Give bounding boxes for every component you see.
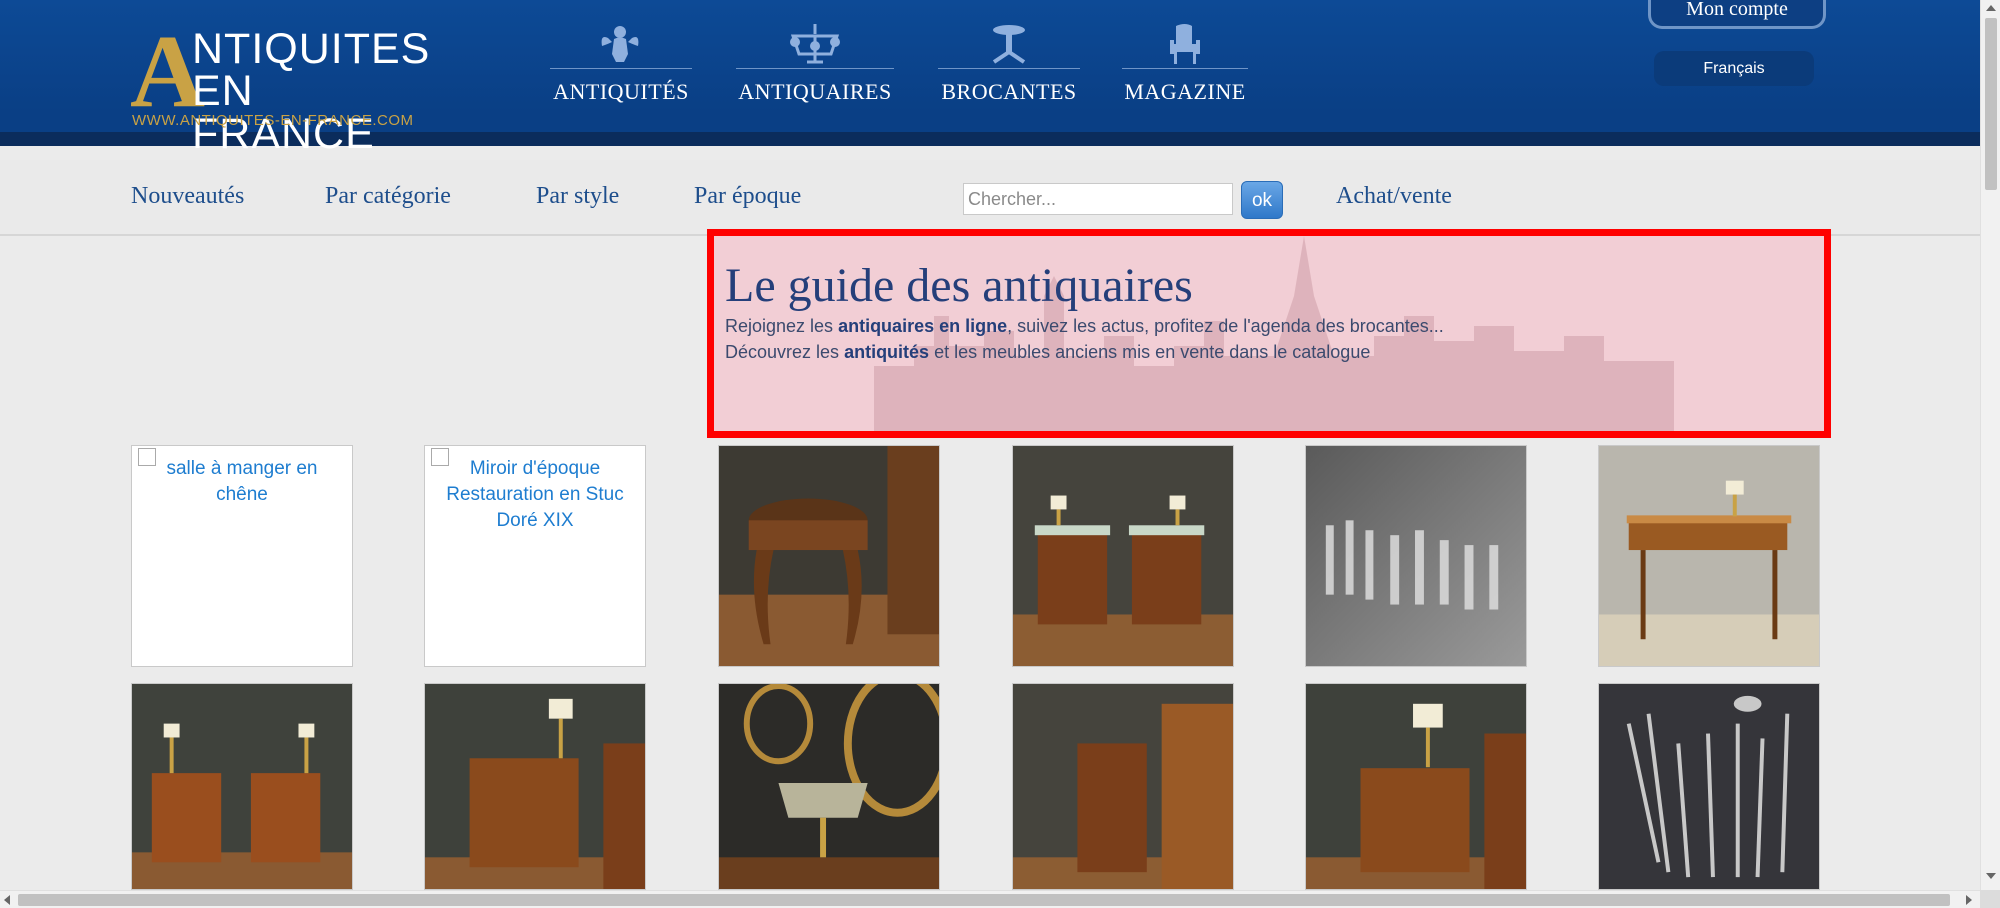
hero-line-2-pre: Découvrez les — [725, 342, 845, 362]
hero-line-2-post: et les meubles anciens mis en vente dans… — [929, 342, 1371, 362]
hero-line-2: Découvrez les antiquités et les meubles … — [725, 342, 1370, 363]
nav-label: ANTIQUAIRES — [738, 79, 892, 104]
product-tile[interactable]: salle à manger en chêne — [131, 445, 353, 667]
scroll-down-arrow-icon[interactable] — [1986, 873, 1996, 879]
scroll-up-arrow-icon[interactable] — [1986, 5, 1996, 11]
subnav-nouveautes[interactable]: Nouveautés — [131, 183, 244, 210]
nav-magazine[interactable]: MAGAZINE — [1122, 22, 1248, 112]
antiquites-link[interactable]: antiquités — [844, 342, 929, 362]
nav-label: ANTIQUITÉS — [553, 79, 689, 104]
product-photo-crystal-glasses — [1306, 446, 1526, 666]
product-photo-pair-nightstands — [132, 684, 352, 889]
nav-label: BROCANTES — [941, 79, 1077, 104]
product-tile[interactable] — [1305, 445, 1527, 667]
nav-rule — [550, 68, 692, 69]
site-header: A NTIQUITES EN FRANCE WWW.ANTIQUITES-EN-… — [0, 0, 1980, 156]
product-tile[interactable] — [1012, 683, 1234, 890]
product-photo-silverware — [1599, 684, 1819, 889]
product-image-alt: Miroir d'époque Restauration en Stuc Dor… — [446, 458, 624, 531]
language-selector[interactable]: Français — [1654, 51, 1814, 86]
scroll-left-arrow-icon[interactable] — [4, 895, 10, 905]
product-photo-small-nightstand — [1013, 684, 1233, 889]
antiquaires-en-ligne-link[interactable]: antiquaires en ligne — [838, 316, 1007, 336]
hero-line-1: Rejoignez les antiquaires en ligne, suiv… — [725, 316, 1444, 337]
search-input[interactable] — [963, 183, 1233, 215]
subnav-par-categorie[interactable]: Par catégorie — [325, 183, 451, 210]
secondary-nav: Nouveautés Par catégorie Par style Par é… — [0, 160, 1980, 236]
cherub-icon — [601, 26, 639, 62]
product-photo-lamp-cabinet — [425, 684, 645, 889]
hero-line-1-pre: Rejoignez les — [725, 316, 839, 336]
product-tile[interactable] — [1598, 445, 1820, 667]
product-photo-stool — [719, 446, 939, 666]
account-button[interactable]: Mon compte — [1648, 0, 1826, 29]
product-tile[interactable] — [1012, 445, 1234, 667]
product-tile[interactable] — [1598, 683, 1820, 890]
horizontal-scroll-thumb[interactable] — [18, 894, 1950, 906]
nav-brocantes[interactable]: BROCANTES — [938, 22, 1080, 112]
subnav-par-epoque[interactable]: Par époque — [694, 183, 801, 210]
hero-line-1-post: , suivez les actus, profitez de l'agenda… — [1007, 316, 1444, 336]
product-tile[interactable] — [1305, 683, 1527, 890]
product-photo-nightstands-marble — [1013, 446, 1233, 666]
logo-line-1: NTIQUITES — [192, 25, 431, 73]
vertical-scroll-thumb[interactable] — [1985, 18, 1997, 190]
subnav-par-style[interactable]: Par style — [536, 183, 619, 210]
nav-rule — [736, 68, 894, 69]
horizontal-scrollbar[interactable] — [0, 890, 1980, 908]
nav-antiquaires[interactable]: ANTIQUAIRES — [736, 22, 894, 112]
product-tile[interactable] — [131, 683, 353, 890]
product-photo-chest-lamp — [1306, 684, 1526, 889]
vertical-scrollbar[interactable] — [1980, 0, 2000, 890]
subnav-achat-vente[interactable]: Achat/vente — [1336, 183, 1452, 210]
search-button[interactable]: ok — [1241, 181, 1283, 219]
armchair-icon — [1170, 24, 1200, 64]
product-tile[interactable]: Miroir d'époque Restauration en Stuc Dor… — [424, 445, 646, 667]
product-tile[interactable] — [718, 445, 940, 667]
nav-rule — [1122, 68, 1248, 69]
hero-title: Le guide des antiquaires — [725, 259, 1193, 312]
product-image-alt: salle à manger en chêne — [166, 458, 318, 505]
scroll-right-arrow-icon[interactable] — [1966, 895, 1972, 905]
site-logo[interactable]: A NTIQUITES EN FRANCE WWW.ANTIQUITES-EN-… — [130, 20, 440, 156]
scrollbar-corner — [1980, 890, 2000, 908]
hero-banner: Le guide des antiquaires Rejoignez les a… — [707, 229, 1831, 438]
nav-antiquites[interactable]: ANTIQUITÉS — [550, 22, 692, 112]
product-photo-desk — [1599, 446, 1819, 666]
nav-label: MAGAZINE — [1124, 79, 1246, 104]
product-tile[interactable] — [424, 683, 646, 890]
nav-rule — [938, 68, 1080, 69]
product-tile[interactable] — [718, 683, 940, 890]
logo-url: WWW.ANTIQUITES-EN-FRANCE.COM — [132, 112, 414, 129]
pedestal-table-icon — [992, 25, 1026, 64]
chandelier-icon — [790, 24, 840, 64]
product-photo-bouillotte-lamp — [719, 684, 939, 889]
